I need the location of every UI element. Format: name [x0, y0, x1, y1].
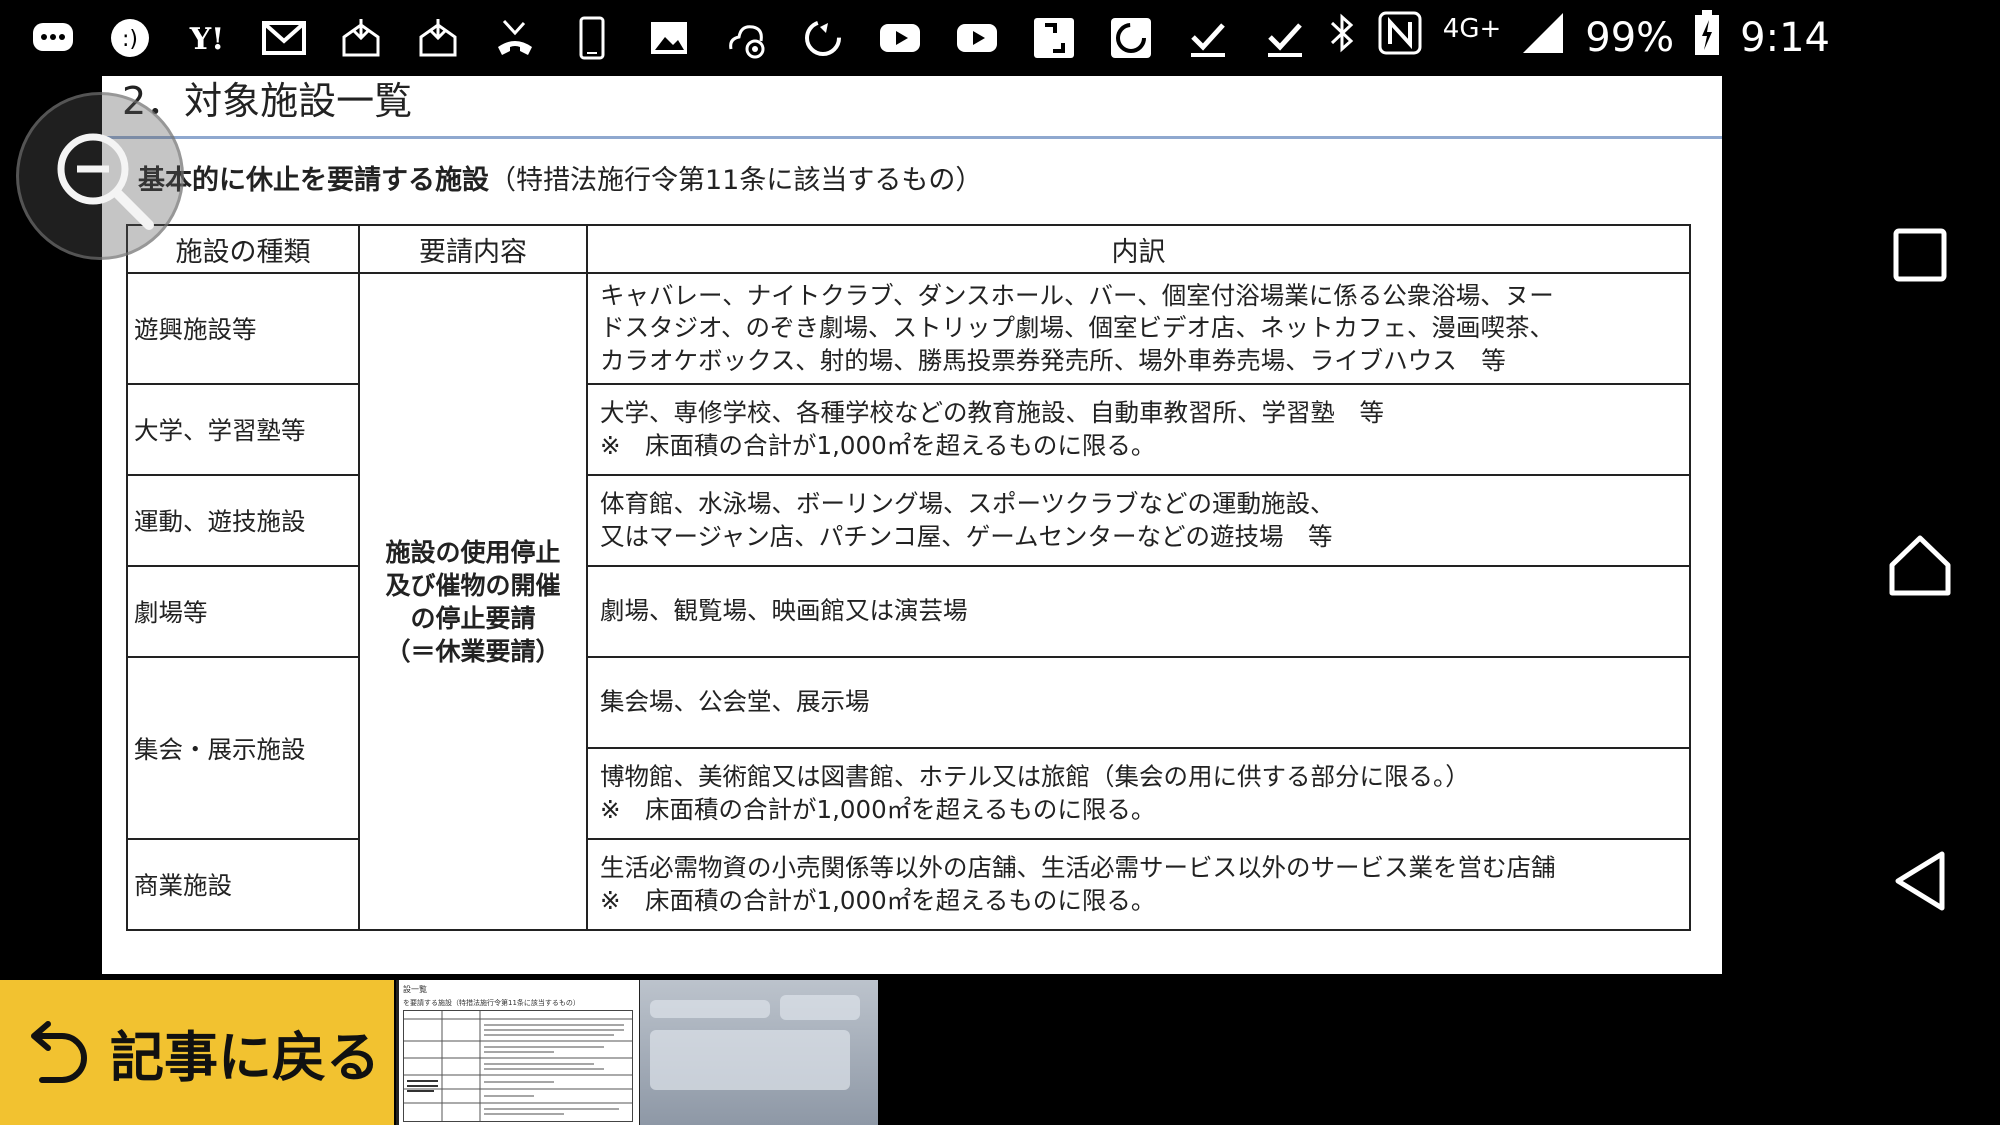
facility-kind: 運動、遊技施設 — [126, 474, 360, 567]
request-line: 及び催物の開催 — [385, 570, 561, 600]
facility-detail: 大学、専修学校、各種学校などの教育施設、自動車教習所、学習塾 等 ※ 床面積の合… — [586, 383, 1691, 476]
detail-line: ※ 床面積の合計が1,000㎡を超えるものに限る。 — [600, 885, 1156, 915]
c-app-icon — [1108, 15, 1154, 61]
section-heading: 2．対象施設一覧 — [122, 79, 413, 123]
table-header-row: 施設の種類 要請内容 内訳 — [126, 224, 1691, 274]
request-line: の停止要請 — [410, 603, 536, 633]
return-arrow-icon — [31, 1020, 87, 1083]
thumbnail-blur — [650, 1000, 770, 1018]
document-viewer[interactable]: 2．対象施設一覧 基本的に休止を要請する施設（特措法施行令第11条に該当するもの… — [102, 76, 1722, 974]
subtitle-bold: 基本的に休止を要請する施設 — [138, 165, 489, 196]
back-to-article-button[interactable]: 記事に戻る — [0, 980, 394, 1125]
back-button[interactable] — [1885, 846, 1955, 916]
svg-text:Y!: Y! — [189, 22, 225, 57]
detail-line: キャバレー、ナイトクラブ、ダンスホール、バー、個室付浴場業に係る公衆浴場、ヌー — [600, 280, 1554, 310]
header-detail: 内訳 — [586, 224, 1691, 274]
facility-detail: 集会場、公会堂、展示場 — [586, 656, 1691, 749]
header-request: 要請内容 — [358, 224, 588, 274]
yahoo-icon: Y! — [184, 15, 230, 61]
bracket-app-icon — [1031, 15, 1077, 61]
battery-icon — [1694, 10, 1720, 66]
facility-detail: 劇場、観覧場、映画館又は演芸場 — [586, 565, 1691, 658]
back-triangle-icon — [1895, 851, 1945, 911]
facility-kind: 集会・展示施設 — [126, 656, 360, 840]
missed-call-icon — [492, 15, 538, 61]
detail-line: 劇場、観覧場、映画館又は演芸場 — [600, 596, 968, 626]
status-right: 4G+ 99% 9:14 — [1327, 10, 1830, 66]
checkmark-icon — [1185, 15, 1231, 61]
home-button[interactable] — [1885, 530, 1955, 600]
subtitle-rest: （特措法施行令第11条に該当するもの） — [489, 165, 983, 196]
mail-download-icon — [338, 15, 384, 61]
image-icon — [646, 15, 692, 61]
detail-line: カラオケボックス、射的場、勝馬投票券発売所、場外車券売場、ライブハウス 等 — [600, 345, 1506, 375]
section-subtitle: 基本的に休止を要請する施設（特措法施行令第11条に該当するもの） — [138, 158, 982, 197]
facility-detail: 生活必需物資の小売関係等以外の店舗、生活必需サービス以外のサービス業を営む店舗 … — [586, 838, 1691, 931]
square-icon — [1893, 228, 1947, 282]
status-bar: :) Y! 4G+ 99% 9:14 — [0, 0, 2000, 76]
detail-line: 生活必需物資の小売関係等以外の店舗、生活必需サービス以外のサービス業を営む店舗 — [600, 853, 1556, 882]
notification-icons: :) Y! — [30, 14, 1308, 62]
phone-device-icon — [569, 15, 615, 61]
facility-detail: 体育館、水泳場、ボーリング場、スポーツクラブなどの運動施設、 又はマージャン店、… — [586, 474, 1691, 567]
detail-line: 又はマージャン店、パチンコ屋、ゲームセンターなどの遊技場 等 — [600, 521, 1333, 551]
nfc-icon — [1377, 10, 1423, 66]
detail-line: 集会場、公会堂、展示場 — [600, 687, 870, 717]
back-to-article-label: 記事に戻る — [110, 1026, 380, 1089]
detail-line: 大学、専修学校、各種学校などの教育施設、自動車教習所、学習塾 等 — [600, 398, 1384, 427]
gmail-icon — [261, 15, 307, 61]
facility-kind: 商業施設 — [126, 838, 360, 931]
table-row: 遊興施設等 施設の使用停止 及び催物の開催 の停止要請 （＝休業要請） キャバレ… — [126, 272, 1691, 931]
request-content: 施設の使用停止 及び催物の開催 の停止要請 （＝休業要請） — [358, 272, 588, 931]
heading-rule — [102, 136, 1722, 139]
svg-text::): :) — [122, 27, 138, 52]
thumbnail-subtitle: を要請する施設（特措法施行令第11条に該当するもの） — [403, 999, 580, 1007]
zoom-out-icon — [57, 133, 154, 230]
home-icon — [1889, 535, 1951, 596]
thumbnail-title: 設一覧 — [403, 985, 427, 994]
mail-download-icon — [415, 15, 461, 61]
facility-detail: 博物館、美術館又は図書館、ホテル又は旅館（集会の用に供する部分に限る。） ※ 床… — [586, 747, 1691, 840]
detail-line: ※ 床面積の合計が1,000㎡を超えるものに限る。 — [600, 430, 1156, 460]
facilities-table: 施設の種類 要請内容 内訳 遊興施設等 施設の使用停止 及び催物の開催 の停止要… — [126, 224, 1691, 931]
facility-kind: 劇場等 — [126, 565, 360, 658]
detail-line: 体育館、水泳場、ボーリング場、スポーツクラブなどの運動施設、 — [600, 489, 1335, 518]
facility-detail: キャバレー、ナイトクラブ、ダンスホール、バー、個室付浴場業に係る公衆浴場、ヌー … — [586, 272, 1691, 385]
checkmark-icon — [1262, 15, 1308, 61]
network-type: 4G+ — [1442, 14, 1502, 44]
zoom-out-button[interactable] — [16, 92, 184, 260]
clock: 9:14 — [1740, 15, 1830, 61]
detail-line: 博物館、美術館又は図書館、ホテル又は旅館（集会の用に供する部分に限る。） — [600, 762, 1470, 791]
page-thumbnail-2[interactable] — [640, 980, 878, 1125]
thumbnail-blur — [650, 1030, 850, 1090]
youtube-icon — [954, 15, 1000, 61]
signal-icon — [1521, 11, 1565, 65]
request-line: （＝休業要請） — [385, 636, 561, 666]
facility-kind: 遊興施設等 — [126, 272, 360, 385]
sync-icon — [800, 15, 846, 61]
settings-cloud-icon — [723, 15, 769, 61]
detail-line: ドスタジオ、のぞき劇場、ストリップ劇場、個室ビデオ店、ネットカフェ、漫画喫茶、 — [600, 313, 1555, 343]
request-line: 施設の使用停止 — [385, 537, 561, 567]
recents-button[interactable] — [1885, 220, 1955, 290]
detail-line: ※ 床面積の合計が1,000㎡を超えるものに限る。 — [600, 794, 1156, 824]
battery-percent: 99% — [1585, 15, 1675, 61]
chat-bubble-icon — [30, 15, 76, 61]
thumbnail-blur — [780, 995, 860, 1020]
youtube-icon — [877, 15, 923, 61]
bluetooth-icon — [1327, 11, 1357, 65]
chat-smile-icon: :) — [107, 15, 153, 61]
navigation-bar — [1820, 0, 2000, 1125]
thumbnail-table — [403, 1010, 633, 1122]
page-thumbnail-1[interactable]: 設一覧 を要請する施設（特措法施行令第11条に該当するもの） — [396, 980, 642, 1125]
facility-kind: 大学、学習塾等 — [126, 383, 360, 476]
